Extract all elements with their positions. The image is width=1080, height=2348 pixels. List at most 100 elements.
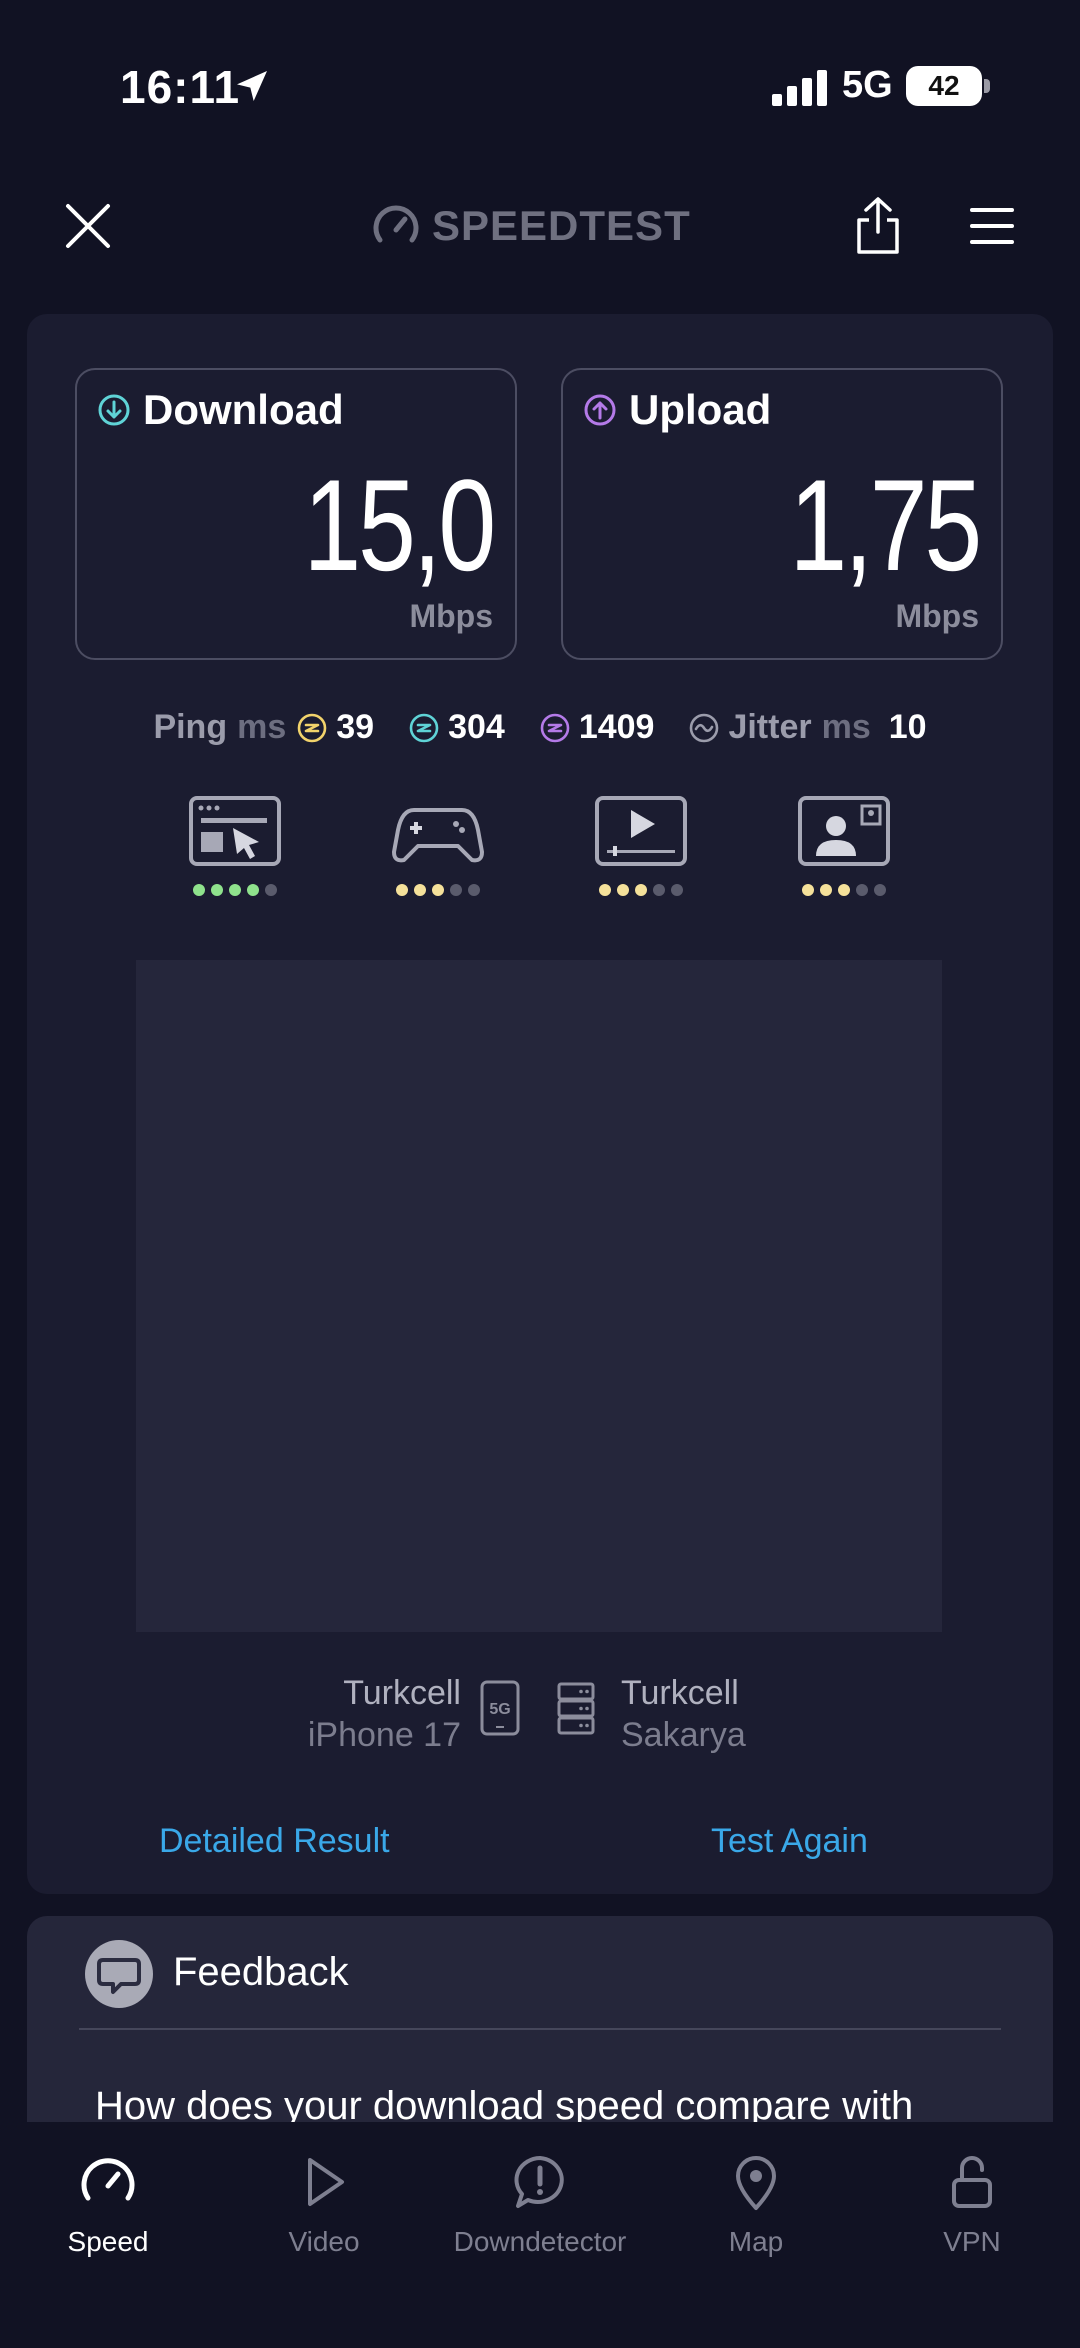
ad-placeholder	[136, 960, 942, 1632]
rating-dot-filled	[432, 884, 444, 896]
download-value: 15,0	[303, 452, 496, 598]
rating-dot-empty	[653, 884, 665, 896]
ping-download-value: 304	[448, 708, 505, 746]
feedback-avatar	[85, 1940, 153, 2008]
provider-info: Turkcell iPhone 17	[308, 1672, 461, 1756]
rating-dots	[392, 884, 484, 896]
feedback-card[interactable]: Feedback How does your download speed co…	[27, 1916, 1053, 2156]
alert-bubble-icon	[514, 2156, 564, 2208]
rating-dot-filled	[193, 884, 205, 896]
ping-idle-value: 39	[336, 708, 375, 746]
feedback-title: Feedback	[173, 1950, 349, 1994]
device-name: iPhone 17	[307, 1716, 461, 1754]
download-arrow-icon	[98, 394, 130, 426]
rating-dots	[798, 884, 890, 896]
cellular-signal-icon	[772, 70, 827, 106]
video-call-icon	[798, 796, 890, 866]
rating-dot-filled	[211, 884, 223, 896]
svg-text:5G: 5G	[489, 1701, 510, 1718]
map-pin-icon	[736, 2156, 776, 2210]
upload-arrow-icon	[584, 394, 616, 426]
rating-dot-filled	[247, 884, 259, 896]
download-result[interactable]: Download 15,0 Mbps	[75, 368, 517, 660]
gaming-icon	[392, 808, 484, 863]
feedback-divider	[79, 2028, 1001, 2030]
nav-downdetector[interactable]: Downdetector	[432, 2152, 648, 2282]
network-type: 5G	[842, 64, 893, 106]
rating-dot-filled	[396, 884, 408, 896]
rating-dots	[595, 884, 687, 896]
download-label: Download	[143, 386, 344, 433]
ping-upload-value: 1409	[578, 708, 655, 746]
ping-label: Ping	[153, 708, 228, 746]
rating-dots	[189, 884, 281, 896]
rating-dot-empty	[265, 884, 277, 896]
nav-video-label: Video	[288, 2226, 360, 2257]
rating-dot-filled	[838, 884, 850, 896]
rating-dot-empty	[856, 884, 868, 896]
experience-browsing[interactable]	[185, 796, 285, 906]
rating-dot-empty	[874, 884, 886, 896]
rating-dot-filled	[414, 884, 426, 896]
nav-speed-label: Speed	[67, 2226, 149, 2257]
detailed-result-button[interactable]: Detailed Result	[159, 1822, 390, 1861]
jitter-icon	[690, 713, 719, 742]
share-icon[interactable]	[852, 196, 904, 256]
experience-video-call[interactable]	[794, 796, 894, 906]
rating-dot-filled	[617, 884, 629, 896]
speedometer-icon	[81, 2158, 135, 2201]
upload-latency-icon	[540, 713, 570, 742]
unlock-icon	[952, 2156, 992, 2208]
provider-name: Turkcell	[343, 1674, 461, 1712]
rating-dot-empty	[671, 884, 683, 896]
experience-gaming[interactable]	[388, 796, 488, 906]
nav-speed[interactable]: Speed	[0, 2152, 216, 2282]
connection-info[interactable]: Turkcell iPhone 17 5G Turkcell Sakarya	[27, 1672, 1053, 1762]
rating-dot-filled	[820, 884, 832, 896]
close-icon[interactable]	[62, 200, 114, 252]
rating-dot-empty	[468, 884, 480, 896]
nav-video[interactable]: Video	[216, 2152, 432, 2282]
server-info: Turkcell Sakarya	[621, 1672, 746, 1756]
idle-latency-icon	[297, 713, 327, 742]
speedtest-logo: SPEEDTEST	[372, 196, 691, 256]
nav-map-label: Map	[728, 2226, 784, 2257]
nav-map[interactable]: Map	[648, 2152, 864, 2282]
status-time: 16:11	[120, 61, 241, 113]
jitter-unit: ms	[821, 708, 871, 746]
play-icon	[308, 2158, 344, 2206]
chat-bubble-icon	[97, 1958, 141, 1994]
download-latency-icon	[409, 713, 439, 742]
logo-text: SPEEDTEST	[432, 202, 691, 249]
nav-vpn[interactable]: VPN	[864, 2152, 1080, 2282]
web-browsing-icon	[189, 796, 281, 866]
rating-dot-filled	[229, 884, 241, 896]
upload-label: Upload	[629, 386, 772, 433]
rating-dot-filled	[802, 884, 814, 896]
nav-vpn-label: VPN	[943, 2226, 1001, 2257]
hamburger-menu-icon[interactable]	[968, 204, 1016, 248]
ping-unit: ms	[237, 708, 287, 746]
video-streaming-icon	[595, 796, 687, 866]
bottom-nav: Speed Video Downdetector Map VPN	[0, 2122, 1080, 2348]
5g-phone-icon: 5G	[480, 1680, 520, 1736]
upload-value: 1,75	[789, 452, 982, 598]
ping-row[interactable]: Ping ms 39 304 1409 Jitter ms 10	[27, 708, 1053, 747]
download-unit: Mbps	[409, 598, 493, 634]
test-again-button[interactable]: Test Again	[711, 1822, 868, 1861]
nav-downdetector-label: Downdetector	[453, 2226, 627, 2257]
jitter-label: Jitter	[728, 708, 812, 746]
battery-icon: 42	[906, 66, 990, 106]
upload-result[interactable]: Upload 1,75 Mbps	[561, 368, 1003, 660]
results-card: Download 15,0 Mbps Upload 1,75 Mbps Ping…	[27, 314, 1053, 1894]
location-arrow-icon	[237, 71, 267, 101]
server-city: Sakarya	[621, 1716, 746, 1754]
experience-streaming[interactable]	[591, 796, 691, 906]
rating-dot-filled	[599, 884, 611, 896]
rating-dot-filled	[635, 884, 647, 896]
speedometer-logo-icon	[373, 205, 419, 243]
upload-unit: Mbps	[895, 598, 979, 634]
rating-dot-empty	[450, 884, 462, 896]
server-provider: Turkcell	[621, 1674, 739, 1712]
jitter-value: 10	[888, 708, 927, 746]
